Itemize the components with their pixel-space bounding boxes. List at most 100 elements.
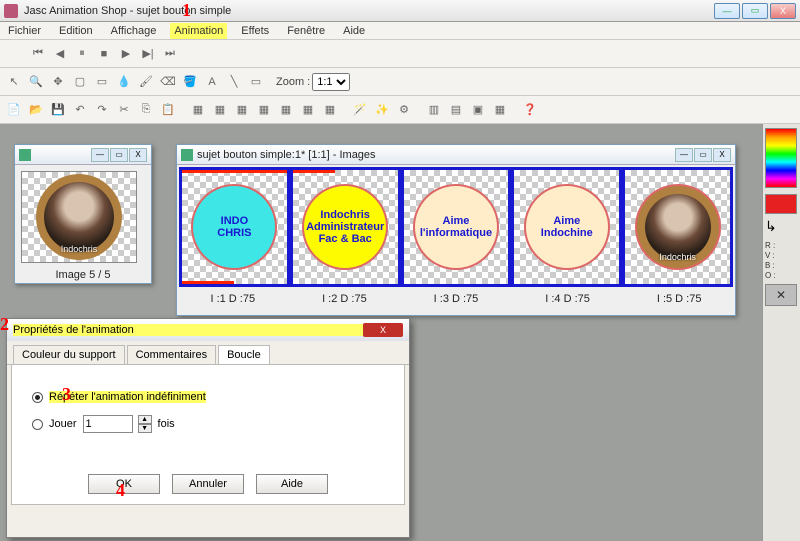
preview-min-button[interactable]: — [91,148,109,162]
frame-4[interactable]: AimeIndochine [511,167,622,287]
view3-icon[interactable]: ▣ [468,100,488,120]
radio-play-count[interactable] [32,419,43,430]
menu-fichier[interactable]: Fichier [4,23,45,39]
eraser-tool[interactable]: ⌫ [158,72,178,92]
menu-animation[interactable]: Animation [170,23,227,39]
o-label: O : [765,271,798,280]
shape-tool[interactable]: ▭ [246,72,266,92]
select-tool[interactable]: ▭ [92,72,112,92]
zoom-tool[interactable]: 🔍 [26,72,46,92]
spin-up[interactable]: ▲ [138,415,152,424]
text-tool[interactable]: A [202,72,222,92]
frame-3[interactable]: Aimel'informatique [401,167,512,287]
frame-1[interactable]: INDOCHRIS [179,167,290,287]
frame-paste-icon[interactable]: ▦ [276,100,296,120]
preview-avatar: Indochris [36,174,122,260]
menu-fenetre[interactable]: Fenêtre [283,23,329,39]
fast-fwd-button[interactable]: ⏭ [160,44,180,64]
preview-max-button[interactable]: ▭ [110,148,128,162]
undo-icon[interactable]: ↶ [70,100,90,120]
frame-del-icon[interactable]: ▦ [232,100,252,120]
maximize-button[interactable]: ▭ [742,3,768,19]
r-label: R : [765,241,798,250]
app-icon [4,4,18,18]
frames-close-button[interactable]: X [713,148,731,162]
step-fwd-button[interactable]: ▶| [138,44,158,64]
frames-window-title: sujet bouton simple:1* [1:1] - Images [197,149,675,161]
frames-row: INDOCHRIS IndochrisAdministrateurFac & B… [179,167,733,287]
copy-icon[interactable]: ⎘ [136,100,156,120]
close-button[interactable]: X [770,3,796,19]
stop-button[interactable]: ■ [94,44,114,64]
paste-icon[interactable]: 📋 [158,100,178,120]
frame-captions: I :1 D :75 I :2 D :75 I :3 D :75 I :4 D … [177,289,735,309]
arrow-tool[interactable]: ↖ [4,72,24,92]
play-button[interactable]: ▶ [116,44,136,64]
optimize-icon[interactable]: ⚙ [394,100,414,120]
rewind-button[interactable]: ⏮ [28,44,48,64]
color-gradient[interactable] [765,128,797,188]
menu-effets[interactable]: Effets [237,23,273,39]
ok-button[interactable]: OK [88,474,160,494]
frame-copy-icon[interactable]: ▦ [254,100,274,120]
file-toolbar: 📄 📂 💾 ↶ ↷ ✂ ⎘ 📋 ▦ ▦ ▦ ▦ ▦ ▦ ▦ 🪄 ✨ ⚙ ▥ ▤ … [0,96,800,124]
frame-dup-icon[interactable]: ▦ [210,100,230,120]
help-icon[interactable]: ❓ [520,100,540,120]
play-suffix: fois [158,418,175,430]
preview-caption: Image 5 / 5 [15,269,151,281]
help-button[interactable]: Aide [256,474,328,494]
swap-colors-icon[interactable]: ↳ [765,218,798,235]
crop-tool[interactable]: ▢ [70,72,90,92]
save-icon[interactable]: 💾 [48,100,68,120]
animation-properties-dialog: Propriétés de l'animation X Couleur du s… [6,318,410,538]
spin-down[interactable]: ▼ [138,424,152,433]
brush-tool[interactable]: 🖌 [136,72,156,92]
frame-5-caption: I :5 D :75 [623,289,735,309]
fill-tool[interactable]: 🪣 [180,72,200,92]
tab-commentaires[interactable]: Commentaires [127,345,217,364]
menu-aide[interactable]: Aide [339,23,369,39]
minimize-button[interactable]: — [714,3,740,19]
redo-icon[interactable]: ↷ [92,100,112,120]
frame-5[interactable]: Indochris [622,167,733,287]
radio-play-label: Jouer [49,418,77,430]
open-icon[interactable]: 📂 [26,100,46,120]
pause-button[interactable]: ⏸ [72,44,92,64]
line-tool[interactable]: ╲ [224,72,244,92]
move-tool[interactable]: ✥ [48,72,68,92]
view2-icon[interactable]: ▤ [446,100,466,120]
frame-add-icon[interactable]: ▦ [188,100,208,120]
frames-min-button[interactable]: — [675,148,693,162]
wizard-icon[interactable]: 🪄 [350,100,370,120]
v-label: V : [765,251,798,260]
frame-3-caption: I :3 D :75 [400,289,512,309]
no-color-icon[interactable] [765,284,797,306]
foreground-color[interactable] [765,194,797,214]
tab-boucle[interactable]: Boucle [218,345,270,364]
play-count-input[interactable]: 1 [83,415,133,433]
radio-repeat-indefinitely[interactable] [32,392,43,403]
cancel-button[interactable]: Annuler [172,474,244,494]
frame-reverse-icon[interactable]: ▦ [320,100,340,120]
menu-affichage[interactable]: Affichage [107,23,161,39]
menu-edition[interactable]: Edition [55,23,97,39]
preview-frame[interactable]: Indochris [21,171,137,263]
dialog-close-button[interactable]: X [363,323,403,337]
app-title: Jasc Animation Shop - sujet bouton simpl… [24,5,714,17]
frame-props-icon[interactable]: ▦ [298,100,318,120]
dropper-tool[interactable]: 💧 [114,72,134,92]
view1-icon[interactable]: ▥ [424,100,444,120]
tab-couleur[interactable]: Couleur du support [13,345,125,364]
cut-icon[interactable]: ✂ [114,100,134,120]
menubar: Fichier Edition Affichage Animation Effe… [0,22,800,40]
frame-2-caption: I :2 D :75 [289,289,401,309]
view4-icon[interactable]: ▦ [490,100,510,120]
frame-2[interactable]: IndochrisAdministrateurFac & Bac [290,167,401,287]
new-icon[interactable]: 📄 [4,100,24,120]
frames-max-button[interactable]: ▭ [694,148,712,162]
preview-close-button[interactable]: X [129,148,147,162]
step-back-button[interactable]: ◀ [50,44,70,64]
preview-window: — ▭ X Indochris Image 5 / 5 [14,144,152,284]
effects-icon[interactable]: ✨ [372,100,392,120]
zoom-select[interactable]: 1:1 [312,73,350,91]
